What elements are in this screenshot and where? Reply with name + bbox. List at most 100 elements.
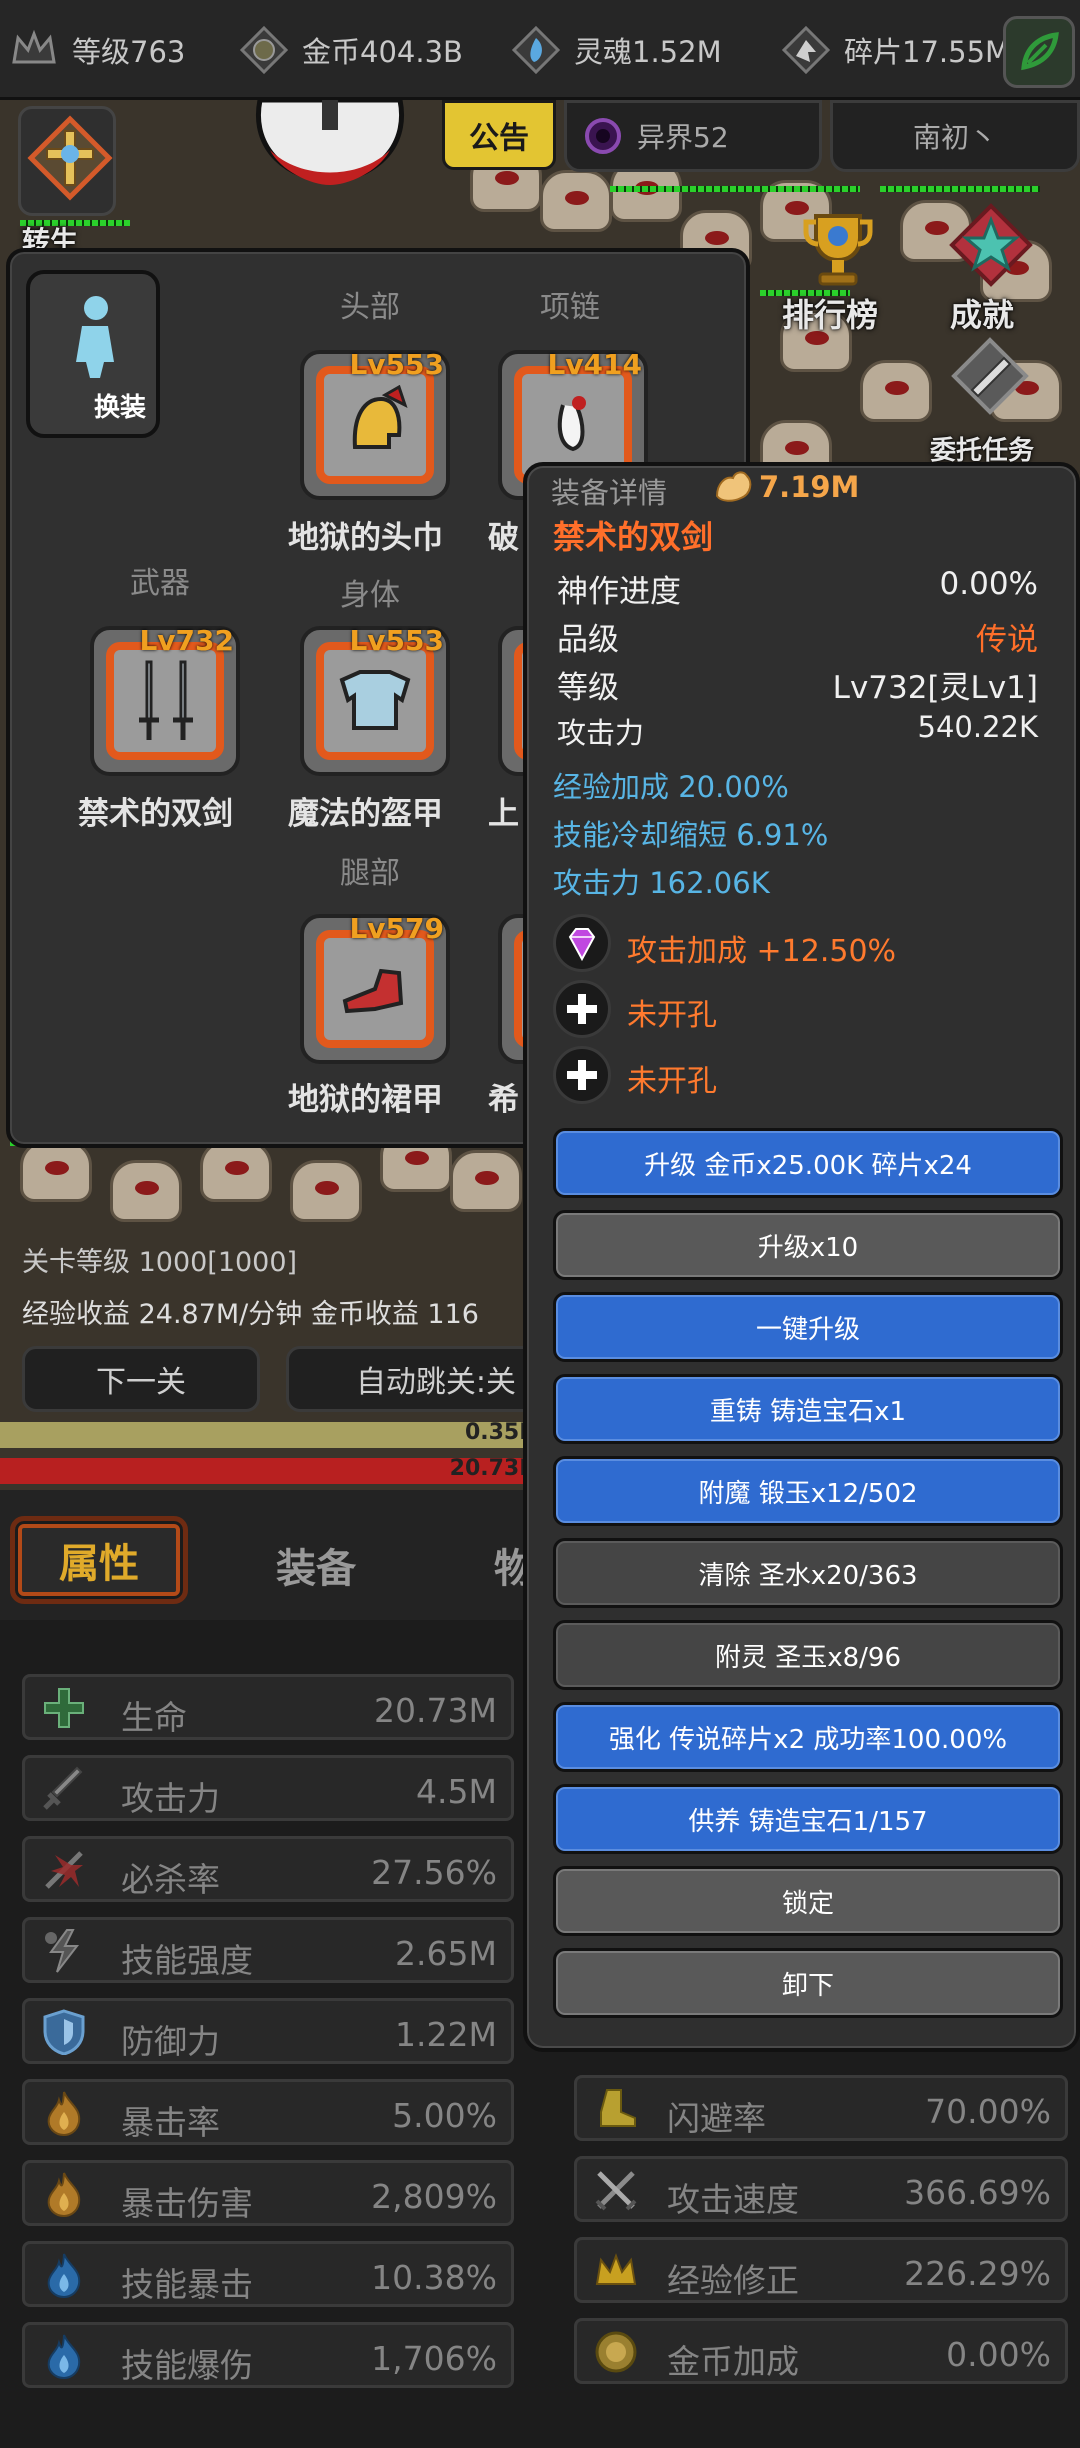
socket-empty[interactable]	[553, 1046, 611, 1104]
mission-icon[interactable]	[950, 336, 1030, 416]
stat-name: 技能强度	[121, 1941, 253, 1980]
coin-icon	[595, 2331, 637, 2373]
body-slot[interactable]: Lv553	[300, 624, 450, 776]
stat-skill-crit: 技能暴击 10.38%	[22, 2241, 514, 2307]
level-display: 等级763	[6, 18, 185, 82]
lock-button[interactable]: 锁定	[553, 1866, 1063, 1936]
twin-swords-icon	[139, 660, 193, 740]
head-level: Lv553	[349, 348, 444, 381]
cross-icon	[44, 1688, 84, 1728]
enemy	[290, 1160, 362, 1222]
boots-item-name: 希	[488, 1082, 519, 1118]
stat-name: 防御力	[121, 2022, 220, 2061]
upgrade-x10-button[interactable]: 升级x10	[553, 1210, 1063, 1280]
next-stage-button[interactable]: 下一关	[22, 1346, 260, 1412]
weapon-item-name: 禁术的双剑	[78, 796, 233, 832]
stat-value: 1,706%	[371, 2339, 497, 2378]
plus-icon	[567, 1060, 597, 1090]
stat-exp-modifier: 经验修正 226.29%	[574, 2237, 1068, 2303]
stat-attack: 攻击力 4.5M	[22, 1755, 514, 1821]
row-label: 等级	[557, 670, 619, 706]
stat-name: 攻击力	[121, 1779, 220, 1818]
trophy-icon[interactable]	[800, 208, 876, 290]
reincarnation-button[interactable]	[18, 106, 116, 216]
legs-slot[interactable]: Lv579	[300, 912, 450, 1064]
weapon-slot[interactable]: Lv732	[90, 624, 240, 776]
weapon-item	[106, 642, 224, 760]
nurture-button[interactable]: 供养 铸造宝石1/157	[553, 1784, 1063, 1854]
stage-level: 关卡等级 1000[1000]	[22, 1247, 298, 1278]
quality-row: 品级 传说	[557, 614, 1038, 659]
armor-icon	[339, 670, 411, 730]
stat-crit-damage: 暴击伤害 2,809%	[22, 2160, 514, 2226]
reforge-button[interactable]: 重铸 铸造宝石x1	[553, 1374, 1063, 1444]
attack-row: 攻击力 540.22K	[557, 710, 1038, 752]
tab-attributes[interactable]: 属性	[10, 1516, 188, 1604]
helmet-icon	[352, 385, 408, 449]
stat-coin-bonus: 金币加成 0.00%	[574, 2318, 1068, 2384]
legs-slot-heading: 腿部	[340, 856, 400, 891]
spirit-bind-button[interactable]: 附灵 圣玉x8/96	[553, 1620, 1063, 1690]
row-value: 0.00%	[939, 566, 1038, 602]
achievement-button[interactable]: 成就	[950, 290, 1014, 336]
socket-text: 未开孔	[627, 998, 717, 1033]
stat-crit-rate: 暴击率 5.00%	[22, 2079, 514, 2145]
experience-bar: 0.35B	[0, 1420, 540, 1448]
auto-upgrade-button[interactable]: 一键升级	[553, 1292, 1063, 1362]
socket-text: 未开孔	[627, 1064, 717, 1099]
stat-dodge: 闪避率 70.00%	[574, 2075, 1068, 2141]
detail-header: 装备详情	[551, 476, 668, 510]
weapon-level: Lv732	[139, 624, 234, 657]
swap-label: 换装	[93, 393, 146, 423]
clear-button[interactable]: 清除 圣水x20/363	[553, 1538, 1063, 1608]
soul-value: 灵魂1.52M	[574, 35, 722, 69]
stat-value: 1.22M	[395, 2015, 497, 2054]
gem-icon	[568, 928, 596, 962]
socket-text: 攻击加成 +12.50%	[627, 934, 897, 969]
stat-value: 2.65M	[395, 1934, 497, 1973]
legs-item	[316, 930, 434, 1048]
enchant-button[interactable]: 附魔 锻玉x12/502	[553, 1456, 1063, 1526]
ring-item-name: 上	[488, 796, 519, 832]
enemy	[450, 1150, 522, 1212]
strengthen-button[interactable]: 强化 传说碎片x2 成功率100.00%	[553, 1702, 1063, 1772]
stat-skill-power: 技能强度 2.65M	[22, 1917, 514, 1983]
axe-hero-icon	[256, 100, 404, 185]
stat-name: 暴击率	[121, 2103, 220, 2142]
socket-gem[interactable]	[553, 914, 611, 972]
level-row: 等级 Lv732[灵Lv1]	[557, 662, 1038, 707]
stat-name: 必杀率	[121, 1860, 220, 1899]
stat-value: 0.00%	[946, 2335, 1051, 2374]
stat-value: 27.56%	[371, 1853, 497, 1892]
head-item	[316, 366, 434, 484]
otherworld-button[interactable]: 异界52	[564, 100, 822, 172]
swap-outfit-button[interactable]: 换装	[26, 270, 160, 438]
flame-icon	[47, 2091, 81, 2136]
ranking-button[interactable]: 排行榜	[782, 290, 878, 336]
legs-item-name: 地狱的裙甲	[288, 1082, 443, 1118]
stat-name: 技能爆伤	[121, 2346, 253, 2385]
enemy	[540, 170, 612, 232]
tab-equipment[interactable]: 装备	[276, 1536, 356, 1594]
stat-name: 金币加成	[667, 2342, 799, 2381]
stat-value: 226.29%	[904, 2254, 1051, 2293]
necklace-level: Lv414	[547, 348, 642, 381]
necklace-icon	[557, 396, 586, 452]
body-level: Lv553	[349, 624, 444, 657]
body-item-name: 魔法的盔甲	[288, 796, 443, 832]
head-slot[interactable]: Lv553	[300, 348, 450, 500]
stat-value: 20.73M	[374, 1691, 497, 1730]
equipment-detail-panel: 装备详情 7.19M 禁术的双剑 神作进度 0.00% 品级 传说 等级 Lv7…	[523, 462, 1080, 2052]
leaf-button[interactable]	[1003, 16, 1075, 88]
soul-display: 灵魂1.52M	[508, 18, 722, 82]
bonus-line: 经验加成 20.00%	[553, 770, 789, 804]
notice-button[interactable]: 公告	[442, 100, 556, 170]
stat-value: 4.5M	[416, 1772, 497, 1811]
player-name-button[interactable]: 南初丶	[830, 100, 1080, 172]
unequip-button[interactable]: 卸下	[553, 1948, 1063, 2018]
socket-empty[interactable]	[553, 980, 611, 1038]
achievement-icon[interactable]	[948, 202, 1034, 288]
upgrade-button[interactable]: 升级 金币x25.00K 碎片x24	[553, 1128, 1063, 1198]
lightning-icon	[45, 1929, 80, 1973]
blue-flame-icon	[47, 2253, 81, 2298]
